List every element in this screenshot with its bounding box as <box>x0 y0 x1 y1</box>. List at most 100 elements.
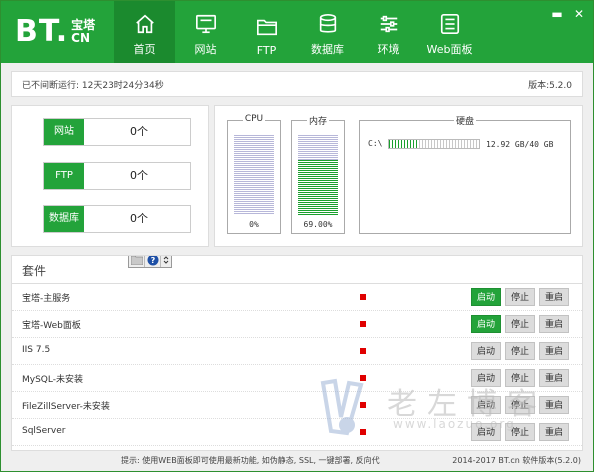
close-button[interactable]: ✕ <box>571 7 587 21</box>
footer-version: 2014-2017 BT.cn 软件版本(5.2.0) <box>452 456 581 465</box>
cpu-gauge: CPU 0% <box>227 114 281 234</box>
suite-toolbar: ? <box>128 256 172 268</box>
stat-label: 数据库 <box>44 206 84 232</box>
service-row: SqlServer 启动 停止 重启 <box>12 419 582 446</box>
stop-button[interactable]: 停止 <box>505 288 535 306</box>
service-name: IIS 7.5 <box>22 345 51 355</box>
footer-bar: 提示: 使用WEB面板即可使用最新功能, 如伪静态, SSL, 一键部署, 反向… <box>1 451 593 471</box>
stat-label: FTP <box>44 163 84 189</box>
folder-icon <box>256 19 277 36</box>
help-tool-button[interactable]: ? <box>145 256 161 267</box>
status-indicator <box>360 429 366 435</box>
service-row: MySQL-未安装 启动 停止 重启 <box>12 365 582 392</box>
service-name: SqlServer <box>22 426 66 436</box>
toolbar-more-button[interactable] <box>161 256 171 267</box>
service-name: FileZillServer-未安装 <box>22 402 110 412</box>
service-name: MySQL-未安装 <box>22 375 83 385</box>
service-row: FileZillServer-未安装 启动 停止 重启 <box>12 392 582 419</box>
database-icon <box>319 14 336 33</box>
cpu-bar <box>234 135 274 215</box>
svg-text:?: ? <box>150 256 155 265</box>
disk-bar <box>388 139 480 149</box>
version-text: 版本:5.2.0 <box>528 81 572 91</box>
tab-label: 环境 <box>377 43 400 56</box>
tab-ftp[interactable]: FTP <box>236 1 297 63</box>
restart-button[interactable]: 重启 <box>539 369 569 387</box>
service-name: 宝塔-Web面板 <box>22 321 81 331</box>
disk-bar-fill <box>389 140 419 148</box>
start-button[interactable]: 启动 <box>471 423 501 441</box>
memory-gauge: 内存 69.00% <box>291 117 345 234</box>
memory-percent: 69.00% <box>303 220 333 229</box>
stat-value: 0个 <box>130 212 148 225</box>
tab-label: Web面板 <box>426 43 473 56</box>
stop-button[interactable]: 停止 <box>505 342 535 360</box>
help-icon: ? <box>147 256 158 266</box>
service-row: 宝塔-主服务 启动 停止 重启 <box>12 284 582 311</box>
restart-button[interactable]: 重启 <box>539 288 569 306</box>
start-button[interactable]: 启动 <box>471 315 501 333</box>
stop-button[interactable]: 停止 <box>505 369 535 387</box>
restart-button[interactable]: 重启 <box>539 423 569 441</box>
minimize-button[interactable]: ▬ <box>549 7 565 21</box>
restart-button[interactable]: 重启 <box>539 396 569 414</box>
tab-web-panel[interactable]: Web面板 <box>419 1 480 63</box>
monitor-icon <box>195 14 216 34</box>
disk-drive-label: C:\ <box>368 139 383 148</box>
tab-label: 网站 <box>194 43 217 56</box>
start-button[interactable]: 启动 <box>471 342 501 360</box>
stop-button[interactable]: 停止 <box>505 315 535 333</box>
status-indicator <box>360 348 366 354</box>
stat-value: 0个 <box>130 169 148 182</box>
suite-panel: 套件 ? 宝塔-主服务 启动 停止 重启 宝塔-Web面板 启动 停止 重启 I… <box>11 255 583 451</box>
memory-bar-fill <box>298 159 338 215</box>
panel-icon <box>440 14 459 34</box>
stats-panel: 网站 0个 FTP 0个 数据库 0个 <box>11 105 209 247</box>
disk-title: 硬盘 <box>453 117 476 127</box>
tab-label: 首页 <box>133 43 156 56</box>
app-logo: BT. 宝塔 CN <box>15 15 95 49</box>
status-indicator <box>360 321 366 327</box>
logo-main-text: BT. <box>15 14 69 49</box>
stop-button[interactable]: 停止 <box>505 423 535 441</box>
footer-tip: 提示: 使用WEB面板即可使用最新功能, 如伪静态, SSL, 一键部署, 反向… <box>121 456 380 465</box>
status-bar: 已不间断运行: 12天23时24分34秒 版本:5.2.0 <box>11 71 583 97</box>
cpu-title: CPU <box>242 114 266 124</box>
suite-title: 套件 <box>22 264 47 278</box>
header-bar: BT. 宝塔 CN 首页 网站 FTP 数据库 环境 Web面板 ▬ ✕ <box>1 1 593 63</box>
stat-value: 0个 <box>130 125 148 138</box>
service-name: 宝塔-主服务 <box>22 294 71 304</box>
logo-sub-bottom: CN <box>71 31 91 45</box>
home-icon <box>135 14 154 34</box>
folder-tool-button[interactable] <box>129 256 145 267</box>
memory-bar <box>298 135 338 215</box>
tab-label: FTP <box>256 44 277 57</box>
chevron-updown-icon <box>163 256 169 264</box>
folder-icon <box>130 256 143 265</box>
status-indicator <box>360 402 366 408</box>
service-row: 宝塔-Web面板 启动 停止 重启 <box>12 311 582 338</box>
stat-website[interactable]: 网站 0个 <box>43 118 191 146</box>
start-button[interactable]: 启动 <box>471 396 501 414</box>
tab-environment[interactable]: 环境 <box>358 1 419 63</box>
tab-home[interactable]: 首页 <box>114 1 175 63</box>
memory-title: 内存 <box>306 117 329 127</box>
start-button[interactable]: 启动 <box>471 369 501 387</box>
stop-button[interactable]: 停止 <box>505 396 535 414</box>
main-nav: 首页 网站 FTP 数据库 环境 Web面板 <box>114 1 480 63</box>
stat-ftp[interactable]: FTP 0个 <box>43 162 191 190</box>
service-row: IIS 7.5 启动 停止 重启 <box>12 338 582 365</box>
stat-database[interactable]: 数据库 0个 <box>43 205 191 233</box>
main-window: BT. 宝塔 CN 首页 网站 FTP 数据库 环境 Web面板 ▬ ✕ 已不间… <box>0 0 594 472</box>
disk-size-text: 12.92 GB/40 GB <box>486 140 554 149</box>
cpu-percent: 0% <box>249 220 259 229</box>
tab-website[interactable]: 网站 <box>175 1 236 63</box>
monitor-panel: CPU 0% 内存 69.00% 硬盘 C:\ 12.92 GB/40 GB <box>214 105 583 247</box>
tab-database[interactable]: 数据库 <box>297 1 358 63</box>
disk-gauge: 硬盘 C:\ 12.92 GB/40 GB <box>359 117 571 234</box>
uptime-text: 已不间断运行: 12天23时24分34秒 <box>22 81 164 91</box>
status-indicator <box>360 294 366 300</box>
restart-button[interactable]: 重启 <box>539 315 569 333</box>
start-button[interactable]: 启动 <box>471 288 501 306</box>
restart-button[interactable]: 重启 <box>539 342 569 360</box>
